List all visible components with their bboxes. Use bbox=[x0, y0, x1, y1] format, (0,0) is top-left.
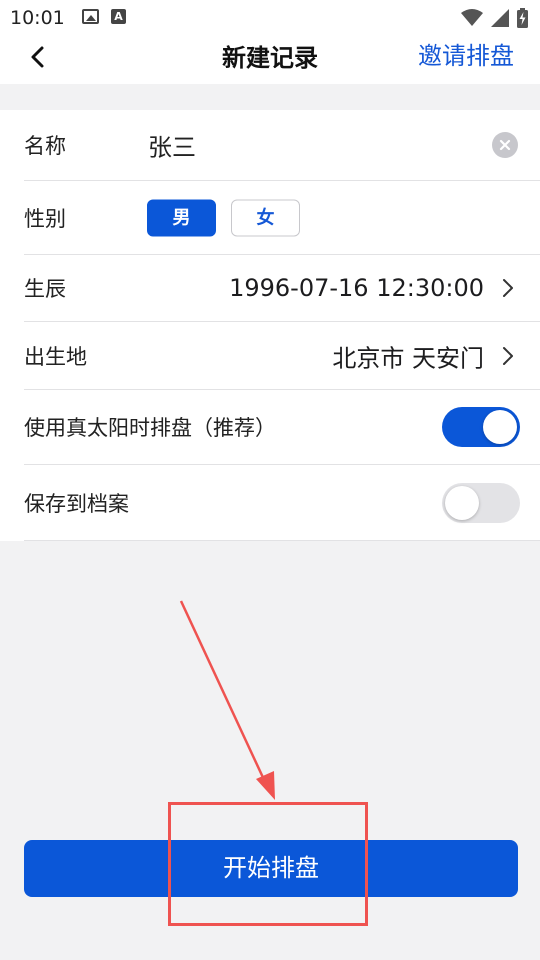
birth-value: 1996-07-16 12:30:00 bbox=[229, 274, 484, 302]
name-row: 名称 张三 bbox=[24, 110, 540, 181]
record-form: 名称 张三 性别 男 女 生辰 1996-07-16 12:30:00 出生地 … bbox=[0, 110, 540, 541]
save-profile-label: 保存到档案 bbox=[24, 491, 129, 516]
gender-female-button[interactable]: 女 bbox=[231, 199, 300, 236]
status-bar: 10:01 A bbox=[0, 0, 540, 36]
save-profile-row: 保存到档案 bbox=[24, 465, 540, 541]
status-time: 10:01 bbox=[10, 7, 65, 29]
toggle-knob bbox=[483, 410, 517, 444]
status-right-icons bbox=[461, 8, 528, 28]
birthplace-value: 北京市 天安门 bbox=[332, 344, 484, 372]
solar-time-label: 使用真太阳时排盘（推荐） bbox=[24, 416, 276, 440]
close-icon bbox=[499, 139, 511, 151]
solar-time-row: 使用真太阳时排盘（推荐） bbox=[24, 390, 540, 465]
birthplace-label: 出生地 bbox=[24, 344, 87, 369]
name-label: 名称 bbox=[24, 134, 66, 158]
birthplace-row[interactable]: 出生地 北京市 天安门 bbox=[24, 322, 540, 390]
nav-bar: 新建记录 邀请排盘 bbox=[0, 36, 540, 84]
save-profile-toggle[interactable] bbox=[442, 482, 520, 523]
status-left-icons: A bbox=[82, 9, 126, 24]
solar-time-toggle[interactable] bbox=[442, 407, 520, 447]
gender-label: 性别 bbox=[24, 206, 66, 231]
clear-button[interactable] bbox=[492, 132, 518, 158]
wifi-icon bbox=[461, 9, 483, 26]
text-a-icon: A bbox=[111, 9, 126, 24]
gender-selector: 男 女 bbox=[147, 199, 300, 236]
chevron-right-icon bbox=[503, 279, 513, 297]
gender-row: 性别 男 女 bbox=[24, 181, 540, 255]
birth-label: 生辰 bbox=[24, 277, 66, 301]
invite-chart-button[interactable]: 邀请排盘 bbox=[418, 36, 514, 71]
image-icon bbox=[82, 9, 99, 24]
gender-male-button[interactable]: 男 bbox=[147, 199, 216, 236]
birth-row[interactable]: 生辰 1996-07-16 12:30:00 bbox=[24, 255, 540, 322]
name-input[interactable]: 张三 bbox=[148, 128, 196, 163]
chevron-right-icon bbox=[503, 346, 513, 365]
signal-icon bbox=[491, 9, 509, 27]
battery-charging-icon bbox=[517, 8, 528, 28]
start-chart-button[interactable]: 开始排盘 bbox=[24, 840, 518, 897]
toggle-knob bbox=[445, 485, 479, 520]
